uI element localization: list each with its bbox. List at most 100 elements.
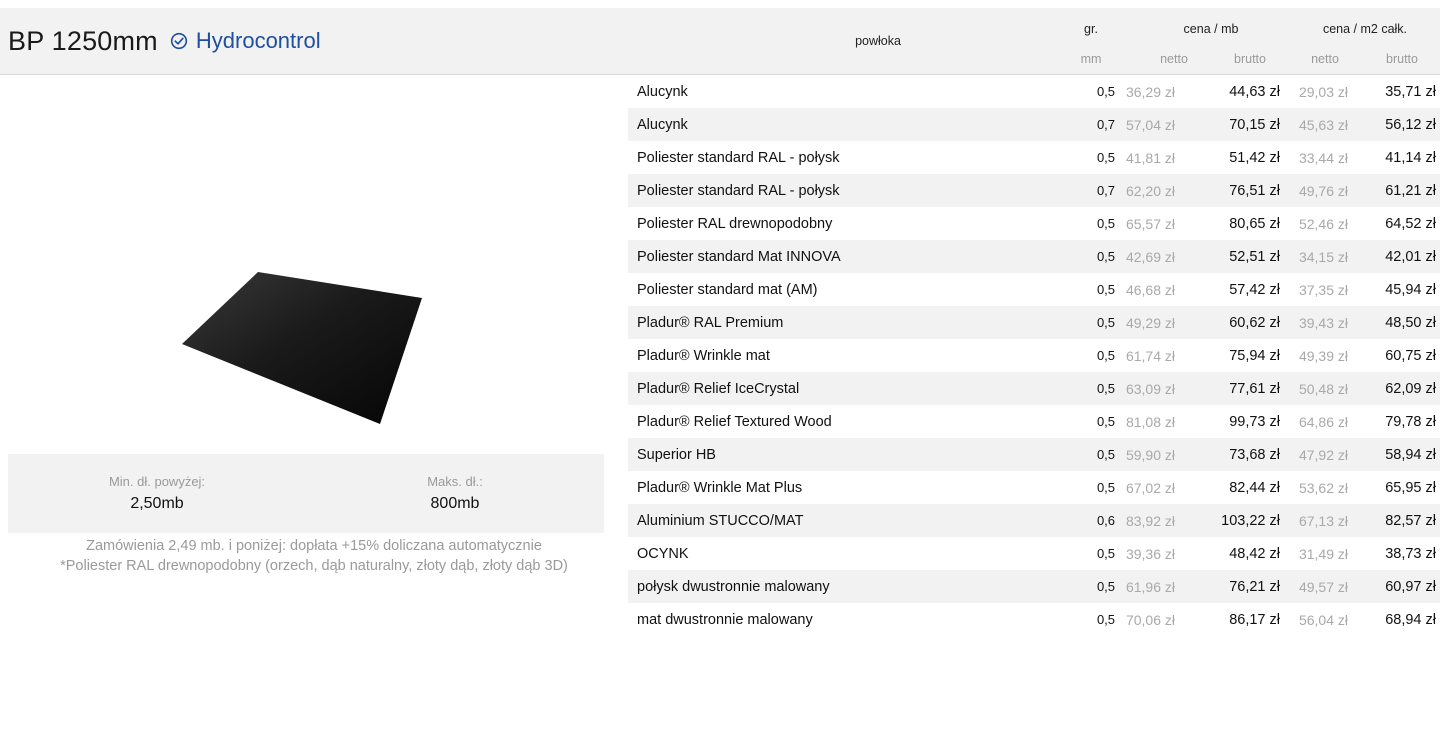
price-m2-gross: 56,12 zł xyxy=(1385,116,1436,133)
price-mb-gross: 48,42 zł xyxy=(1229,545,1280,562)
price-mb-gross: 70,15 zł xyxy=(1229,116,1280,133)
header-thickness: gr. xyxy=(1084,22,1098,36)
price-mb-gross: 44,63 zł xyxy=(1229,83,1280,100)
price-m2-net: 39,43 zł xyxy=(1298,314,1348,331)
badge-label: Hydrocontrol xyxy=(195,28,321,53)
coating-name: Pladur® Wrinkle mat xyxy=(637,347,770,364)
metal-sheet-image xyxy=(182,272,422,424)
table-row[interactable]: Pladur® Relief IceCrystal 0,5 63,09 zł 77,6… xyxy=(628,372,1440,405)
price-mb-gross: 60,62 zł xyxy=(1229,314,1280,331)
price-mb-gross: 51,42 zł xyxy=(1229,149,1280,166)
price-mb-net: 49,29 zł xyxy=(1125,314,1175,331)
table-row[interactable]: połysk dwustronnie malowany 0,5 61,96 zł 76… xyxy=(628,570,1440,603)
price-m2-net: 45,63 zł xyxy=(1298,116,1348,133)
table-row[interactable]: Aluminium STUCCO/MAT 0,6 83,92 zł 103,22 zł… xyxy=(628,504,1440,537)
price-m2-gross: 45,94 zł xyxy=(1385,281,1436,298)
price-m2-gross: 79,78 zł xyxy=(1385,413,1436,430)
thickness-value: 0,5 xyxy=(1096,414,1116,429)
price-m2-net: 47,92 zł xyxy=(1298,446,1348,463)
table-row[interactable]: Alucynk 0,7 57,04 zł 70,15 zł 45,63 zł 56,12 … xyxy=(628,108,1440,141)
table-row[interactable]: Pladur® Wrinkle mat 0,5 61,74 zł 75,94 zł 49… xyxy=(628,339,1440,372)
price-m2-net: 34,15 zł xyxy=(1298,248,1348,265)
price-mb-net: 39,36 zł xyxy=(1125,545,1175,562)
coating-name: Superior HB xyxy=(637,446,716,463)
table-row[interactable]: Pladur® Relief Textured Wood 0,5 81,08 zł 9… xyxy=(628,405,1440,438)
table-row[interactable]: Poliester standard mat (AM) 0,5 46,68 zł 57… xyxy=(628,273,1440,306)
price-m2-gross: 62,09 zł xyxy=(1385,380,1436,397)
header-mb-net: netto xyxy=(1160,52,1188,66)
thickness-value: 0,5 xyxy=(1096,249,1116,264)
product-image-area xyxy=(0,76,628,452)
coating-name: Poliester standard mat (AM) xyxy=(637,281,818,298)
coating-name: mat dwustronnie malowany xyxy=(637,611,813,628)
price-mb-gross: 99,73 zł xyxy=(1229,413,1280,430)
price-mb-net: 81,08 zł xyxy=(1125,413,1175,430)
max-length-label: Maks. dł.: xyxy=(427,474,483,489)
product-title: BP 1250mm xyxy=(8,25,158,56)
price-mb-net: 70,06 zł xyxy=(1125,611,1175,628)
price-mb-gross: 52,51 zł xyxy=(1229,248,1280,265)
price-m2-gross: 68,94 zł xyxy=(1385,611,1436,628)
coating-name: Pladur® Relief Textured Wood xyxy=(637,413,832,430)
table-row[interactable]: Poliester standard RAL - połysk 0,5 41,81 … xyxy=(628,141,1440,174)
price-table: powłoka gr. mm cena / mb netto brutto ce… xyxy=(628,8,1440,636)
price-mb-net: 46,68 zł xyxy=(1125,281,1175,298)
header-price-m2: cena / m2 całk. xyxy=(1322,22,1408,36)
table-row[interactable]: Poliester standard Mat INNOVA 0,5 42,69 zł… xyxy=(628,240,1440,273)
price-m2-gross: 60,97 zł xyxy=(1385,578,1436,595)
table-row[interactable]: mat dwustronnie malowany 0,5 70,06 zł 86,17… xyxy=(628,603,1440,636)
price-m2-gross: 42,01 zł xyxy=(1385,248,1436,265)
length-limits: Min. dł. powyżej: 2,50mb Maks. dł.: 800m… xyxy=(8,454,604,533)
table-row[interactable]: OCYNK 0,5 39,36 zł 48,42 zł 31,49 zł 38,73 zł xyxy=(628,537,1440,570)
thickness-value: 0,5 xyxy=(1096,84,1116,99)
price-mb-gross: 77,61 zł xyxy=(1229,380,1280,397)
thickness-value: 0,7 xyxy=(1096,117,1116,132)
price-mb-gross: 57,42 zł xyxy=(1229,281,1280,298)
price-m2-gross: 38,73 zł xyxy=(1385,545,1436,562)
coating-name: Poliester standard RAL - połysk xyxy=(637,149,840,166)
price-mb-net: 42,69 zł xyxy=(1125,248,1175,265)
price-mb-gross: 76,21 zł xyxy=(1229,578,1280,595)
price-mb-net: 83,92 zł xyxy=(1125,512,1175,529)
price-mb-net: 63,09 zł xyxy=(1125,380,1175,397)
table-row[interactable]: Pladur® RAL Premium 0,5 49,29 zł 60,62 zł 39… xyxy=(628,306,1440,339)
table-row[interactable]: Poliester standard RAL - połysk 0,7 62,20 … xyxy=(628,174,1440,207)
header-thickness-unit: mm xyxy=(1080,52,1102,66)
coating-name: Pladur® RAL Premium xyxy=(637,314,784,331)
coating-name: Alucynk xyxy=(637,116,688,133)
hydrocontrol-badge[interactable]: Hydrocontrol xyxy=(170,28,321,54)
price-m2-gross: 61,21 zł xyxy=(1385,182,1436,199)
header-m2-gross: brutto xyxy=(1386,52,1418,66)
min-length-label: Min. dł. powyżej: xyxy=(108,474,206,489)
thickness-value: 0,5 xyxy=(1096,447,1116,462)
price-m2-gross: 58,94 zł xyxy=(1385,446,1436,463)
price-mb-net: 65,57 zł xyxy=(1125,215,1175,232)
price-mb-gross: 80,65 zł xyxy=(1229,215,1280,232)
table-row[interactable]: Alucynk 0,5 36,29 zł 44,63 zł 29,03 zł 35,71 … xyxy=(628,75,1440,108)
max-length-value: 800mb xyxy=(430,495,480,512)
price-m2-net: 64,86 zł xyxy=(1298,413,1348,430)
header-coating: powłoka xyxy=(855,34,901,48)
table-row[interactable]: Superior HB 0,5 59,90 zł 73,68 zł 47,92 zł 58… xyxy=(628,438,1440,471)
price-mb-net: 59,90 zł xyxy=(1125,446,1175,463)
notes: Zamówienia 2,49 mb. i poniżej: dopłata +… xyxy=(0,536,628,576)
header-mb-gross: brutto xyxy=(1234,52,1266,66)
price-mb-gross: 76,51 zł xyxy=(1229,182,1280,199)
thickness-value: 0,5 xyxy=(1096,216,1116,231)
price-mb-net: 36,29 zł xyxy=(1125,83,1175,100)
thickness-value: 0,5 xyxy=(1096,546,1116,561)
price-mb-gross: 103,22 zł xyxy=(1221,512,1280,529)
coating-name: Pladur® Relief IceCrystal xyxy=(637,380,800,397)
price-m2-gross: 35,71 zł xyxy=(1385,83,1436,100)
thickness-value: 0,5 xyxy=(1096,348,1116,363)
check-circle-icon xyxy=(170,32,187,50)
table-row[interactable]: Poliester RAL drewnopodobny 0,5 65,57 zł 80… xyxy=(628,207,1440,240)
price-m2-net: 37,35 zł xyxy=(1298,281,1348,298)
price-m2-net: 29,03 zł xyxy=(1298,83,1348,100)
table-body: Alucynk 0,5 36,29 zł 44,63 zł 29,03 zł 35,71 … xyxy=(628,75,1440,636)
table-row[interactable]: Pladur® Wrinkle Mat Plus 0,5 67,02 zł 82,44… xyxy=(628,471,1440,504)
price-m2-gross: 41,14 zł xyxy=(1385,149,1436,166)
price-m2-net: 31,49 zł xyxy=(1298,545,1348,562)
price-m2-net: 53,62 zł xyxy=(1298,479,1348,496)
coating-name: Poliester RAL drewnopodobny xyxy=(637,215,833,232)
